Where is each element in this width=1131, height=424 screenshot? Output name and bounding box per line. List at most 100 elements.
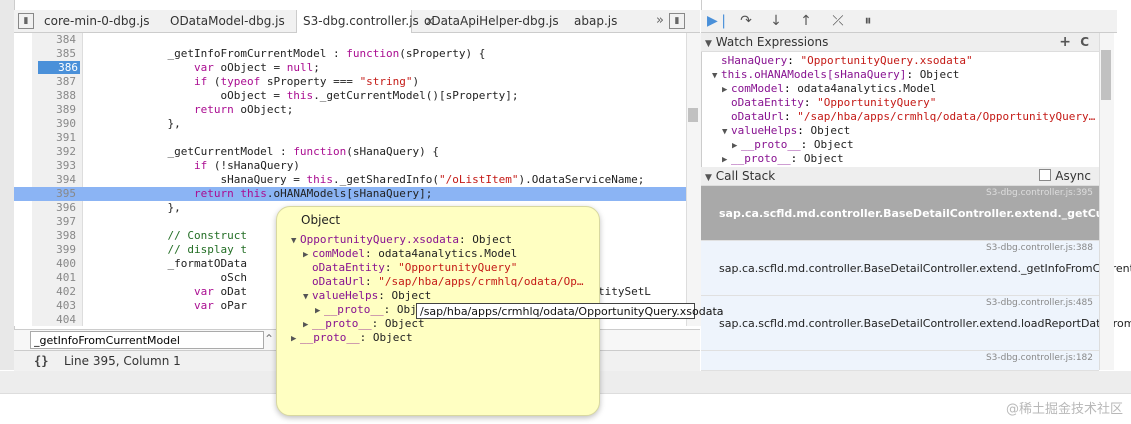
frame-location[interactable]: S3-dbg.controller.js:388 bbox=[986, 243, 1093, 253]
navigator-collapsed-strip[interactable] bbox=[0, 0, 15, 370]
line-number[interactable]: 399 bbox=[36, 243, 76, 257]
toggle-navigator-icon[interactable]: ▮ bbox=[18, 13, 34, 29]
code-line[interactable]: 390 }, bbox=[14, 117, 686, 131]
watch-item[interactable]: ▼ valueHelps: Object bbox=[722, 124, 850, 139]
popover-item[interactable]: ▶ __proto__: Obj bbox=[315, 303, 417, 318]
collapse-triangle-icon[interactable]: ▼ bbox=[705, 39, 712, 49]
async-checkbox[interactable] bbox=[1039, 169, 1052, 181]
async-toggle[interactable]: Async bbox=[1039, 167, 1091, 185]
line-number[interactable]: 398 bbox=[36, 229, 76, 243]
tab-2[interactable]: S3-dbg.controller.js × bbox=[296, 10, 435, 33]
line-number[interactable]: 391 bbox=[36, 131, 76, 145]
popover-item[interactable]: oDataEntity: "OpportunityQuery" bbox=[303, 261, 517, 275]
tab-1[interactable]: ODataModel-dbg.js bbox=[164, 10, 288, 32]
pause-on-exceptions-icon[interactable]: ⏸ bbox=[859, 12, 877, 30]
code-line[interactable]: 388 oObject = this._getCurrentModel()[sP… bbox=[14, 89, 686, 103]
popover-item[interactable]: ▶ __proto__: Object bbox=[303, 317, 425, 332]
tab-0[interactable]: core-min-0-dbg.js bbox=[38, 10, 158, 32]
call-frame[interactable]: S3-dbg.controller.js:388 sap.ca.scfld.md.… bbox=[701, 241, 1131, 296]
toggle-debugger-icon[interactable]: ▮ bbox=[669, 13, 685, 29]
call-frame[interactable]: S3-dbg.controller.js:485 sap.ca.scfld.md.… bbox=[701, 296, 1131, 351]
expand-triangle-icon[interactable]: ▶ bbox=[315, 304, 324, 318]
watch-item[interactable]: sHanaQuery: "OpportunityQuery.xsodata" bbox=[712, 54, 973, 68]
code-line[interactable]: 385 _getInfoFromCurrentModel : function(… bbox=[14, 47, 686, 61]
step-over-icon[interactable]: ↷ bbox=[737, 12, 755, 30]
expand-triangle-icon[interactable]: ▶ bbox=[303, 318, 312, 332]
expand-triangle-icon[interactable]: ▼ bbox=[291, 234, 300, 248]
expand-triangle-icon[interactable]: ▼ bbox=[712, 69, 721, 83]
deactivate-breakpoints-icon[interactable]: ⤫ bbox=[829, 12, 847, 30]
popover-item[interactable]: ▼ OpportunityQuery.xsodata: Object bbox=[291, 233, 512, 248]
watch-item[interactable]: ▶ comModel: odata4analytics.Model bbox=[722, 82, 936, 97]
watch-item[interactable]: oDataEntity: "OpportunityQuery" bbox=[722, 96, 936, 110]
frame-location[interactable]: S3-dbg.controller.js:182 bbox=[986, 353, 1093, 363]
frame-location[interactable]: S3-dbg.controller.js:395 bbox=[986, 188, 1093, 198]
line-number[interactable]: 402 bbox=[36, 285, 76, 299]
line-number[interactable]: 393 bbox=[36, 159, 76, 173]
expand-triangle-icon[interactable]: ▶ bbox=[303, 248, 312, 262]
popover-item[interactable]: oDataUrl: "/sap/hba/apps/crmhlq/odata/Op… bbox=[303, 275, 584, 289]
watch-item[interactable]: ▶ __proto__: Object bbox=[722, 152, 844, 167]
line-number[interactable]: 385 bbox=[36, 47, 76, 61]
expand-triangle-icon[interactable]: ▶ bbox=[291, 332, 300, 346]
watch-item[interactable]: ▼ this.oHANAModels[sHanaQuery]: Object bbox=[712, 68, 959, 83]
frame-location[interactable]: S3-dbg.controller.js:485 bbox=[986, 298, 1093, 308]
expand-triangle-icon[interactable]: ▶ bbox=[722, 153, 731, 167]
code-line[interactable]: 384 bbox=[14, 33, 686, 47]
line-number[interactable]: 403 bbox=[36, 299, 76, 313]
call-frame[interactable]: S3-dbg.controller.js:182 bbox=[701, 351, 1099, 371]
code-line[interactable]: 393 if (!sHanaQuery) bbox=[14, 159, 686, 173]
popover-item[interactable]: ▼ valueHelps: Object bbox=[303, 289, 431, 304]
popover-item[interactable]: ▶ __proto__: Object bbox=[291, 331, 413, 346]
search-prev-icon[interactable]: ⌃ bbox=[264, 330, 274, 348]
resume-icon[interactable]: ▶❘ bbox=[707, 12, 730, 30]
tab-3[interactable]: oDataApiHelper-dbg.js bbox=[418, 10, 560, 32]
pretty-print-button[interactable]: {} bbox=[34, 352, 48, 370]
code-line[interactable]: 394 sHanaQuery = this._getSharedInfo("/o… bbox=[14, 173, 686, 187]
expand-triangle-icon[interactable]: ▼ bbox=[722, 125, 731, 139]
line-number[interactable]: 392 bbox=[36, 145, 76, 159]
line-number[interactable]: 395 bbox=[36, 187, 76, 201]
watch-key: this.oHANAModels[sHanaQuery] bbox=[721, 68, 907, 81]
line-number[interactable]: 390 bbox=[36, 117, 76, 131]
code-line[interactable]: 395 return this.oHANAModels[sHanaQuery]; bbox=[14, 187, 686, 201]
call-stack-header[interactable]: ▼ Call Stack Async bbox=[701, 167, 1101, 186]
line-number[interactable]: 394 bbox=[36, 173, 76, 187]
watch-value: "OpportunityQuery" bbox=[817, 96, 937, 109]
refresh-watch-icon[interactable]: C bbox=[1080, 33, 1089, 51]
expand-triangle-icon[interactable]: ▶ bbox=[732, 139, 741, 153]
code-line[interactable]: 392 _getCurrentModel : function(sHanaQue… bbox=[14, 145, 686, 159]
add-watch-icon[interactable]: + bbox=[1059, 33, 1071, 51]
call-frame[interactable]: S3-dbg.controller.js:395 sap.ca.scfld.md.… bbox=[701, 186, 1131, 241]
line-number[interactable]: 387 bbox=[36, 75, 76, 89]
expand-triangle-icon[interactable]: ▶ bbox=[722, 83, 731, 97]
line-number[interactable]: 401 bbox=[36, 271, 76, 285]
sidebar-scrollbar-thumb[interactable] bbox=[1101, 50, 1111, 100]
watch-item[interactable]: oDataUrl: "/sap/hba/apps/crmhlq/odata/Op… bbox=[722, 110, 1095, 124]
watch-key: __proto__ bbox=[741, 138, 801, 151]
line-number[interactable]: 388 bbox=[36, 89, 76, 103]
tab-overflow-button[interactable]: » bbox=[656, 10, 664, 32]
code-line[interactable]: 386 var oObject = null; bbox=[14, 61, 686, 75]
editor-scrollbar-thumb[interactable] bbox=[688, 108, 698, 122]
watch-expressions-header[interactable]: ▼ Watch Expressions + C bbox=[701, 33, 1101, 52]
line-number[interactable]: 384 bbox=[36, 33, 76, 47]
step-out-icon[interactable]: ↑ bbox=[797, 12, 815, 30]
line-number[interactable]: 404 bbox=[36, 313, 76, 326]
code-line[interactable]: 389 return oObject; bbox=[14, 103, 686, 117]
line-number[interactable]: 396 bbox=[36, 201, 76, 215]
step-into-icon[interactable]: ↓ bbox=[767, 12, 785, 30]
code-line[interactable]: 387 if (typeof sProperty === "string") bbox=[14, 75, 686, 89]
tab-4[interactable]: abap.js bbox=[568, 10, 628, 32]
breakpoint-marker[interactable]: 386 bbox=[38, 61, 80, 74]
expand-triangle-icon[interactable]: ▼ bbox=[303, 290, 312, 304]
collapse-triangle-icon[interactable]: ▼ bbox=[705, 173, 712, 183]
search-input[interactable] bbox=[30, 331, 264, 349]
code-line[interactable]: 391 bbox=[14, 131, 686, 145]
line-number[interactable]: 397 bbox=[36, 215, 76, 229]
editor-scrollbar[interactable] bbox=[686, 33, 701, 326]
line-number[interactable]: 389 bbox=[36, 103, 76, 117]
line-number[interactable]: 400 bbox=[36, 257, 76, 271]
popover-item[interactable]: ▶ comModel: odata4analytics.Model bbox=[303, 247, 517, 262]
watch-item[interactable]: ▶ __proto__: Object bbox=[732, 138, 854, 153]
